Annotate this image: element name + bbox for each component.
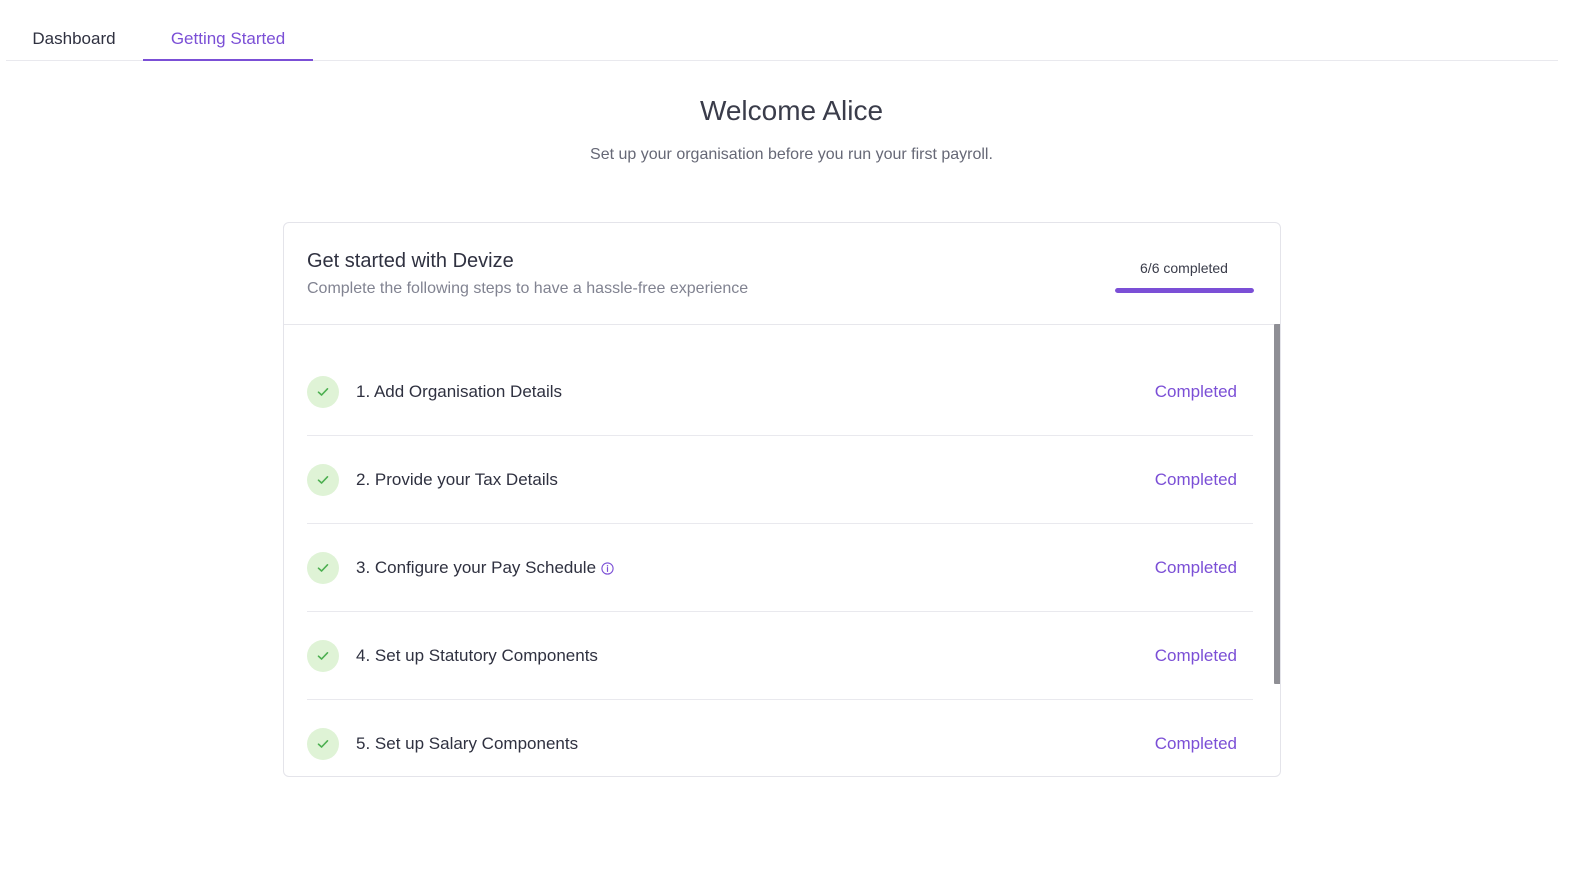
progress-bar xyxy=(1115,288,1254,293)
card-description: Complete the following steps to have a h… xyxy=(307,280,749,297)
step-label: 2. Provide your Tax Details xyxy=(356,469,558,489)
step-label: 5. Set up Salary Components xyxy=(356,734,579,753)
card-title: Get started with Devize xyxy=(307,250,514,272)
step-status-link[interactable]: Completed xyxy=(1155,558,1237,578)
step-status-link[interactable]: Completed xyxy=(1155,646,1237,666)
steps-list: 1. Add Organisation Details Completed 2.… xyxy=(284,325,1274,776)
step-item[interactable]: 3. Configure your Pay Schedule Completed xyxy=(307,524,1253,612)
step-item[interactable]: 5. Set up Salary Components Completed xyxy=(307,700,1253,776)
step-status-link[interactable]: Completed xyxy=(1155,470,1237,490)
check-circle-icon xyxy=(307,639,339,672)
check-circle-icon xyxy=(307,375,339,408)
check-circle-icon xyxy=(307,551,339,584)
step-label: 4. Set up Statutory Components xyxy=(356,645,598,665)
check-circle-icon xyxy=(307,728,339,760)
card-header: Get started with Devize Complete the fol… xyxy=(284,223,1280,325)
step-status-link[interactable]: Completed xyxy=(1155,382,1237,402)
info-circle-icon[interactable] xyxy=(601,562,614,575)
step-item[interactable]: 1. Add Organisation Details Completed xyxy=(307,348,1253,436)
step-label: 1. Add Organisation Details xyxy=(356,381,563,401)
check-circle-icon xyxy=(307,463,339,496)
steps-scrollbar[interactable] xyxy=(1274,324,1280,684)
getting-started-card: Get started with Devize Complete the fol… xyxy=(283,222,1281,777)
step-item[interactable]: 4. Set up Statutory Components Completed xyxy=(307,612,1253,700)
step-label-with-info: 3. Configure your Pay Schedule xyxy=(356,558,614,578)
tab-bar: Dashboard Getting Started xyxy=(6,0,1558,61)
page-subtitle: Set up your organisation before you run … xyxy=(590,146,993,163)
tab-dashboard[interactable]: Dashboard xyxy=(6,0,142,60)
step-item[interactable]: 2. Provide your Tax Details Completed xyxy=(307,436,1253,524)
progress-label: 6/6 completed xyxy=(1140,260,1228,276)
tab-getting-started[interactable]: Getting Started xyxy=(143,0,313,61)
step-label: 3. Configure your Pay Schedule xyxy=(356,557,597,577)
progress-bar-fill xyxy=(1115,288,1254,293)
step-status-link[interactable]: Completed xyxy=(1155,734,1237,754)
page-title: Welcome Alice xyxy=(699,95,884,126)
